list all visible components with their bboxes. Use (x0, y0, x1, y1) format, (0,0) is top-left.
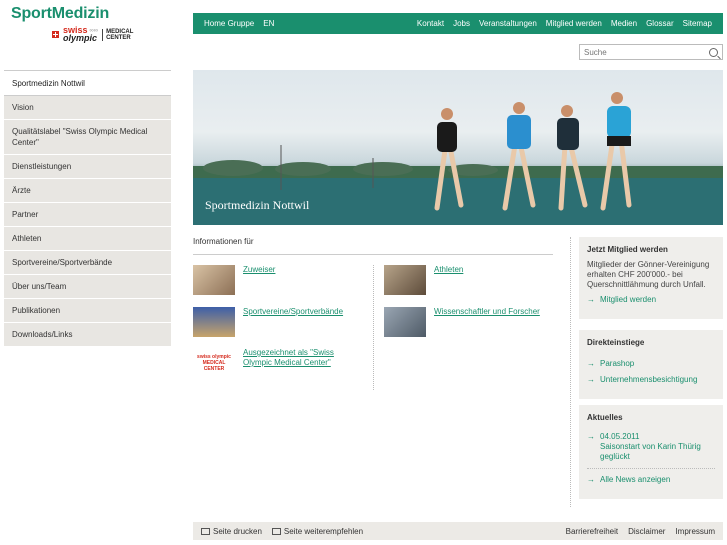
veranstaltungen-link[interactable]: Veranstaltungen (479, 19, 537, 28)
right-column-divider (570, 237, 571, 507)
nav-item-vision[interactable]: Vision (4, 96, 171, 120)
news-item-link[interactable]: → 04.05.2011 Saisonstart von Karin Thüri… (587, 432, 715, 462)
sitemap-link[interactable]: Sitemap (683, 19, 712, 28)
arrow-right-icon: → (587, 359, 595, 368)
unternehmensbesichtigung-link[interactable]: → Unternehmensbesichtigung (587, 375, 715, 385)
zuweiser-link[interactable]: Zuweiser (243, 265, 353, 295)
print-page-link[interactable]: Seite drucken (201, 527, 262, 536)
medical-center-label: MEDICAL CENTER (102, 28, 133, 41)
nav-item-downloads[interactable]: Downloads/Links (4, 323, 171, 347)
parashop-link[interactable]: → Parashop (587, 359, 715, 369)
nav-item-athleten[interactable]: Athleten (4, 227, 171, 251)
mitglied-werden-link[interactable]: Mitglied werden (546, 19, 602, 28)
sportvereine-link[interactable]: Sportvereine/Sportverbände (243, 307, 353, 337)
language-en-link[interactable]: EN (263, 19, 274, 28)
hero-image: Sportmedizin Nottwil (193, 70, 723, 225)
footer-bar: Seite drucken Seite weiterempfehlen Barr… (193, 522, 723, 540)
disclaimer-link[interactable]: Disclaimer (628, 527, 665, 536)
barrierefreiheit-link[interactable]: Barrierefreiheit (566, 527, 618, 536)
nav-item-dienstleistungen[interactable]: Dienstleistungen (4, 155, 171, 179)
info-heading: Informationen für (193, 237, 553, 255)
swiss-olympic-badge: swiss ∞∞ olympic MEDICAL CENTER (52, 26, 133, 43)
nav-item-aerzte[interactable]: Ärzte (4, 179, 171, 203)
tile-athleten[interactable]: Athleten (384, 265, 544, 295)
recommend-page-link[interactable]: Seite weiterempfehlen (271, 527, 363, 536)
tile-wissenschaftler[interactable]: Wissenschaftler und Forscher (384, 307, 559, 337)
arrow-right-icon: → (587, 375, 595, 384)
topbar-left-links: Home Gruppe EN (204, 19, 274, 28)
direkteinstiege-box: Direkteinstiege → Parashop → Unternehmen… (579, 330, 723, 399)
jobs-link[interactable]: Jobs (453, 19, 470, 28)
tile-zuweiser[interactable]: Zuweiser (193, 265, 353, 295)
mitglied-box: Jetzt Mitglied werden Mitglieder der Gön… (579, 237, 723, 319)
mitglied-werden-label[interactable]: Mitglied werden (600, 295, 656, 305)
nav-item-sportvereine[interactable]: Sportvereine/Sportverbände (4, 251, 171, 275)
aktuelles-box: Aktuelles → 04.05.2011 Saisonstart von K… (579, 405, 723, 499)
glossar-link[interactable]: Glossar (646, 19, 674, 28)
hero-title: Sportmedizin Nottwil (205, 198, 310, 212)
tile-sportvereine[interactable]: Sportvereine/Sportverbände (193, 307, 353, 337)
news-date[interactable]: 04.05.2011 (600, 432, 715, 442)
parashop-label[interactable]: Parashop (600, 359, 634, 369)
all-news-link[interactable]: → Alle News anzeigen (587, 475, 715, 485)
tile-swiss-olympic[interactable]: swiss olympic MEDICAL CENTER Ausgezeichn… (193, 348, 343, 378)
unternehmensbesichtigung-label[interactable]: Unternehmensbesichtigung (600, 375, 697, 385)
logo[interactable]: SportMedizin swiss ∞∞ olympic MEDICAL CE… (0, 0, 193, 64)
nav-item-ueber-uns[interactable]: Über uns/Team (4, 275, 171, 299)
nav-item-publikationen[interactable]: Publikationen (4, 299, 171, 323)
wissenschaftler-thumbnail[interactable] (384, 307, 426, 337)
arrow-right-icon: → (587, 432, 595, 441)
all-news-label[interactable]: Alle News anzeigen (600, 475, 670, 485)
swiss-olympic-thumbnail[interactable]: swiss olympic MEDICAL CENTER (193, 348, 235, 378)
search-input[interactable] (584, 47, 694, 57)
swiss-cross-icon (52, 31, 59, 38)
nav-item-qualitaetslabel[interactable]: Qualitätslabel "Swiss Olympic Medical Ce… (4, 120, 171, 155)
mitglied-box-title: Jetzt Mitglied werden (587, 245, 668, 254)
news-separator (587, 468, 715, 469)
tile-divider (373, 265, 374, 390)
left-navigation: Sportmedizin Nottwil Vision Qualitätslab… (4, 70, 171, 347)
envelope-icon (271, 527, 281, 535)
arrow-right-icon: → (587, 475, 595, 484)
arrow-right-icon: → (587, 295, 595, 304)
nav-item-sportmedizin-nottwil[interactable]: Sportmedizin Nottwil (4, 70, 171, 96)
nav-item-partner[interactable]: Partner (4, 203, 171, 227)
mitglied-box-text: Mitglieder der Gönner-Vereinigung erhalt… (587, 260, 710, 289)
kontakt-link[interactable]: Kontakt (417, 19, 444, 28)
recommend-page-label[interactable]: Seite weiterempfehlen (284, 527, 363, 536)
impressum-link[interactable]: Impressum (675, 527, 715, 536)
search-icon[interactable] (709, 47, 718, 57)
news-text[interactable]: Saisonstart von Karin Thürig geglückt (600, 442, 715, 462)
athleten-link[interactable]: Athleten (434, 265, 544, 295)
printer-icon (201, 527, 210, 535)
footer-right: Barrierefreiheit Disclaimer Impressum (566, 527, 715, 536)
print-page-label[interactable]: Seite drucken (213, 527, 262, 536)
sportvereine-thumbnail[interactable] (193, 307, 235, 337)
medien-link[interactable]: Medien (611, 19, 637, 28)
top-navigation-bar: Home Gruppe EN Kontakt Jobs Veranstaltun… (193, 13, 723, 34)
search-box (579, 44, 723, 60)
swiss-olympic-link[interactable]: Ausgezeichnet als "Swiss Olympic Medical… (243, 348, 343, 378)
olympic-word: olympic (63, 33, 98, 43)
athleten-thumbnail[interactable] (384, 265, 426, 295)
zuweiser-thumbnail[interactable] (193, 265, 235, 295)
aktuelles-title: Aktuelles (587, 413, 623, 422)
direkteinstiege-title: Direkteinstiege (587, 338, 645, 347)
wissenschaftler-link[interactable]: Wissenschaftler und Forscher (434, 307, 559, 337)
footer-left: Seite drucken Seite weiterempfehlen (201, 527, 363, 536)
mitglied-werden-box-link[interactable]: → Mitglied werden (587, 295, 715, 305)
home-gruppe-link[interactable]: Home Gruppe (204, 19, 254, 28)
logo-title: SportMedizin (11, 5, 110, 22)
topbar-right-links: Kontakt Jobs Veranstaltungen Mitglied we… (417, 19, 712, 28)
